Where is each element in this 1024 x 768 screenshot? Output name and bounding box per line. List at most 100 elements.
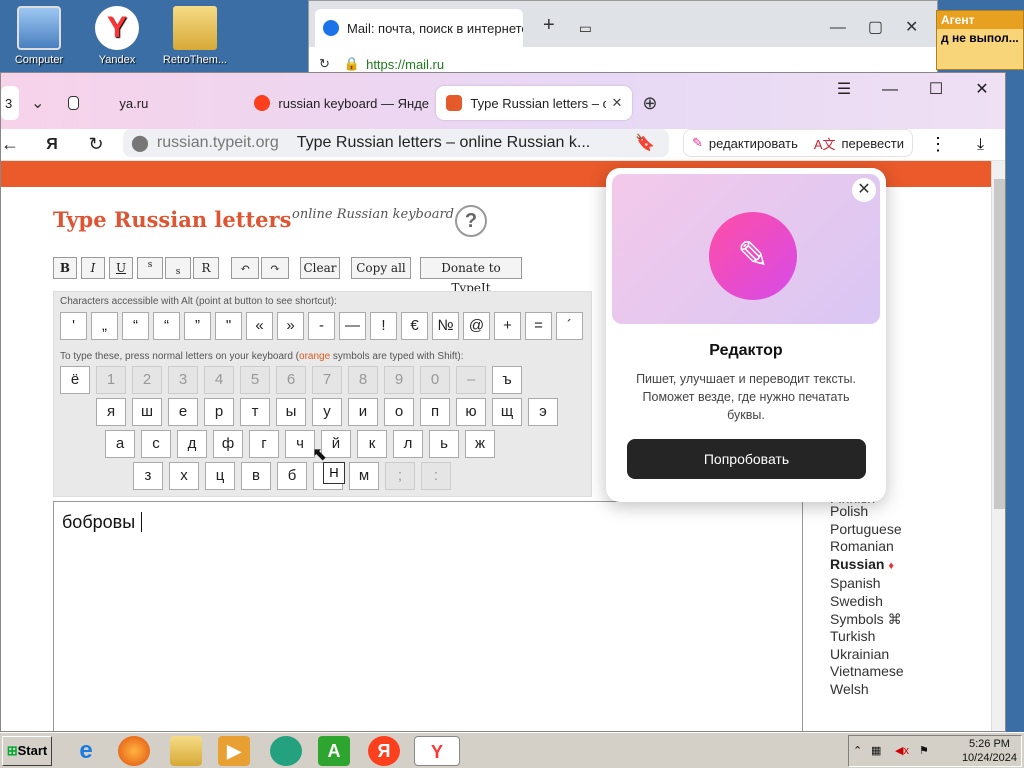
letter-key[interactable]: ы <box>276 398 306 426</box>
letter-key[interactable]: я <box>96 398 126 426</box>
language-link[interactable]: Ukrainian <box>830 646 904 664</box>
start-button[interactable]: ⊞Start <box>2 736 52 766</box>
letter-key[interactable]: : <box>421 462 451 490</box>
close-window-icon[interactable]: ✕ <box>905 17 918 37</box>
desktop-icon-computer[interactable]: Computer <box>4 6 74 66</box>
close-icon[interactable]: ✕ <box>612 95 623 111</box>
letter-key[interactable]: ц <box>205 462 235 490</box>
minimize-icon[interactable]: — <box>830 19 846 37</box>
letter-key[interactable]: 7 <box>312 366 342 394</box>
bg-tab-mail[interactable]: Mail: почта, поиск в интернете ✕ <box>315 9 523 47</box>
file-explorer-icon[interactable] <box>170 736 202 766</box>
letter-key[interactable]: 1 <box>96 366 126 394</box>
close-window-icon[interactable]: ✕ <box>959 73 1005 107</box>
bookmark-icon[interactable]: 🔖 <box>635 133 655 153</box>
letter-key[interactable]: ф <box>213 430 243 458</box>
try-button[interactable]: Попробовать <box>627 439 866 479</box>
flag-icon[interactable]: ⚑ <box>919 744 929 757</box>
letter-key[interactable]: а <box>105 430 135 458</box>
tab-russian-keyboard[interactable]: russian keyboard — Янде <box>244 86 436 120</box>
letter-key[interactable]: м <box>349 462 379 490</box>
reload-icon[interactable]: ↻ <box>79 134 113 155</box>
symbol-key[interactable]: - <box>308 312 335 340</box>
copy-all-button[interactable]: Copy all <box>351 257 411 279</box>
help-button[interactable]: ? <box>455 205 487 237</box>
symbol-key[interactable]: — <box>339 312 366 340</box>
reload-icon[interactable]: ↻ <box>319 56 330 72</box>
letter-key[interactable]: г <box>249 430 279 458</box>
language-link[interactable]: Portuguese <box>830 521 904 539</box>
language-link[interactable]: Turkish <box>830 628 904 646</box>
language-link[interactable]: Spanish <box>830 575 904 593</box>
desktop-icon-yandex[interactable]: Y Yandex <box>82 6 152 66</box>
symbol-key[interactable]: ! <box>370 312 397 340</box>
media-player-icon[interactable]: ▶ <box>218 736 250 766</box>
download-icon[interactable]: ⤓ <box>977 136 984 154</box>
letter-key[interactable]: в <box>241 462 271 490</box>
letter-key[interactable]: л <box>393 430 423 458</box>
symbol-key[interactable]: ” <box>184 312 211 340</box>
symbol-key[interactable]: » <box>277 312 304 340</box>
translate-button[interactable]: перевести <box>842 136 904 151</box>
tab-counter[interactable]: 3 <box>1 86 19 120</box>
language-link[interactable]: Symbols ⌘ <box>830 611 904 629</box>
letter-key[interactable]: з <box>133 462 163 490</box>
letter-key[interactable]: ё <box>60 366 90 394</box>
close-popup-button[interactable]: ✕ <box>852 178 876 202</box>
letter-key[interactable]: э <box>528 398 558 426</box>
clear-button[interactable]: Clear <box>300 257 340 279</box>
bold-button[interactable]: B <box>53 257 77 279</box>
symbol-key[interactable]: № <box>432 312 459 340</box>
yandex-icon[interactable]: Я <box>368 736 400 766</box>
letter-key[interactable]: т <box>240 398 270 426</box>
letter-key[interactable]: 5 <box>240 366 270 394</box>
letter-key[interactable]: б <box>277 462 307 490</box>
letter-key[interactable]: ш <box>132 398 162 426</box>
agent-window[interactable]: Агент д не выпол... <box>936 10 1024 70</box>
letter-key[interactable]: к <box>357 430 387 458</box>
letter-key[interactable]: у <box>312 398 342 426</box>
italic-button[interactable]: I <box>81 257 105 279</box>
letter-key[interactable]: п <box>420 398 450 426</box>
symbol-key[interactable]: « <box>246 312 273 340</box>
language-link[interactable]: Romanian <box>830 538 904 556</box>
tab-type-russian-letters[interactable]: Type Russian letters – o ✕ <box>436 86 633 120</box>
symbol-key[interactable]: “ <box>153 312 180 340</box>
symbol-key[interactable]: „ <box>91 312 118 340</box>
letter-key[interactable]: ю <box>456 398 486 426</box>
letter-key[interactable]: 2 <box>132 366 162 394</box>
letter-key[interactable]: ъ <box>492 366 522 394</box>
tab-ya-ru[interactable]: ya.ru <box>58 86 244 120</box>
symbol-key[interactable]: + <box>494 312 521 340</box>
undo-button[interactable]: ↶ <box>231 257 259 279</box>
messenger-icon[interactable] <box>270 736 302 766</box>
address-bar[interactable]: ⬤ russian.typeit.org Type Russian letter… <box>123 129 669 157</box>
language-link[interactable]: Welsh <box>830 681 904 699</box>
symbol-key[interactable]: € <box>401 312 428 340</box>
volume-muted-icon[interactable]: ◀x <box>895 744 909 757</box>
letter-key[interactable]: щ <box>492 398 522 426</box>
superscript-button[interactable]: s <box>137 257 163 279</box>
minimize-icon[interactable]: — <box>867 73 913 107</box>
letter-key[interactable]: с <box>141 430 171 458</box>
menu-icon[interactable]: ☰ <box>821 73 867 107</box>
letter-key[interactable]: ; <box>385 462 415 490</box>
letter-key[interactable]: – <box>456 366 486 394</box>
language-link[interactable]: Polish <box>830 503 904 521</box>
letter-key[interactable]: 6 <box>276 366 306 394</box>
letter-key[interactable]: ч <box>285 430 315 458</box>
symbol-key[interactable]: ' <box>60 312 87 340</box>
network-icon[interactable]: ▦ <box>871 744 881 757</box>
new-tab-icon[interactable]: + <box>543 14 555 37</box>
underline-button[interactable]: U <box>109 257 133 279</box>
subscript-button[interactable]: s <box>165 257 191 279</box>
language-link[interactable]: Swedish <box>830 593 904 611</box>
symbol-key[interactable]: @ <box>463 312 490 340</box>
symbol-key[interactable]: " <box>215 312 242 340</box>
letter-key[interactable]: 3 <box>168 366 198 394</box>
language-link[interactable]: Vietnamese <box>830 663 904 681</box>
maximize-icon[interactable]: ▢ <box>868 17 883 37</box>
more-icon[interactable]: ⋮ <box>929 134 947 155</box>
letter-key[interactable]: ж <box>465 430 495 458</box>
edit-button[interactable]: редактировать <box>709 136 798 151</box>
